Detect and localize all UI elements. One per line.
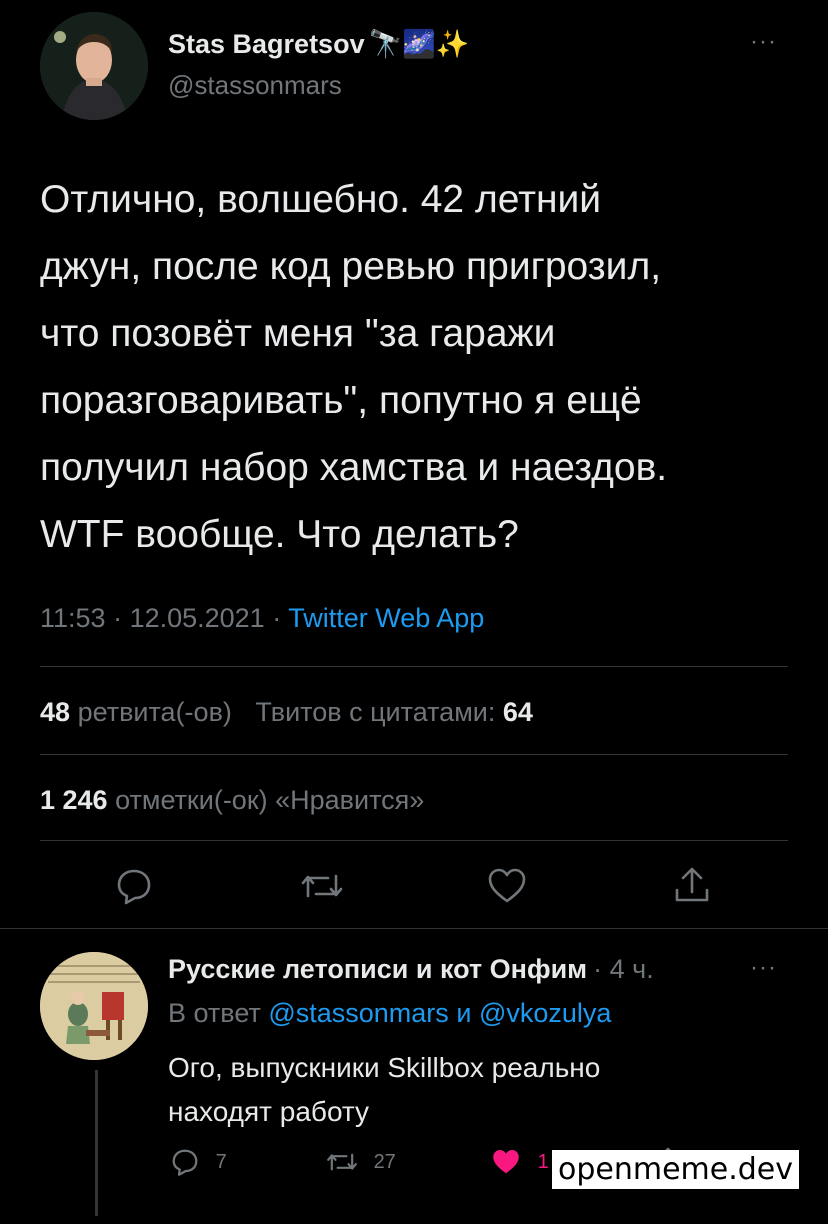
reply-to-user-link[interactable]: @vkozulya xyxy=(479,998,611,1028)
engagement-stats-row: 48 ретвита(-ов) Твитов с цитатами: 64 xyxy=(40,697,533,728)
reply-text-line: находят работу xyxy=(168,1096,370,1127)
divider xyxy=(40,840,788,841)
likes-stat[interactable]: 1 246 отметки(-ок) «Нравится» xyxy=(40,785,424,816)
watermark: openmeme.dev xyxy=(552,1150,800,1189)
reply-text-line: Ого, выпускники Skillbox реально xyxy=(168,1052,601,1083)
reply-to-and: и xyxy=(456,998,472,1028)
quotes-count: 64 xyxy=(502,697,533,727)
reply-author-name[interactable]: Русские летописи и кот Онфим xyxy=(168,954,587,984)
tweet-text-line: джун, после код ревью пригрозил, xyxy=(40,245,662,288)
divider xyxy=(40,666,788,667)
author-name[interactable]: Stas Bagretsov xyxy=(168,29,365,59)
quotes-stat[interactable]: Твитов с цитатами: 64 xyxy=(255,697,532,727)
tweet-text-line: WTF вообще. Что делать? xyxy=(40,513,519,556)
likes-count: 1 246 xyxy=(40,785,108,815)
retweets-count: 48 xyxy=(40,697,71,727)
reply-author-avatar[interactable] xyxy=(40,952,148,1060)
tweet-text-line: поразговаривать", попутно я ещё xyxy=(40,379,642,422)
divider xyxy=(40,754,788,755)
retweet-icon[interactable] xyxy=(300,866,344,906)
reply-reply-action[interactable]: 7 xyxy=(170,1147,227,1177)
tweet-text-line: получил набор хамства и наездов. xyxy=(40,446,668,489)
reply-text: Ого, выпускники Skillbox реально находят… xyxy=(168,1046,600,1134)
reply-to-line: В ответ @stassonmars и @vkozulya xyxy=(168,998,611,1029)
author-name-row[interactable]: Stas Bagretsov 🔭🌌✨ xyxy=(168,28,469,60)
reply-to-prefix: В ответ xyxy=(168,998,261,1028)
tweet-text: Отлично, волшебно. 42 летний джун, после… xyxy=(40,166,667,568)
retweet-icon xyxy=(327,1153,357,1171)
tweet-source[interactable]: Twitter Web App xyxy=(288,603,484,633)
reply-icon xyxy=(172,1149,198,1176)
reply-header: Русские летописи и кот Онфим · 4 ч. xyxy=(168,954,654,985)
share-icon[interactable] xyxy=(672,864,712,906)
manuscript-illustration xyxy=(40,952,148,1060)
tweet-date[interactable]: 12.05.2021 xyxy=(130,603,265,633)
likes-label: отметки(-ок) «Нравится» xyxy=(115,785,425,815)
author-emoji: 🔭🌌✨ xyxy=(368,29,470,59)
retweets-stat[interactable]: 48 ретвита(-ов) xyxy=(40,697,232,727)
thread-line xyxy=(95,1070,98,1216)
reply-retweet-count: 27 xyxy=(373,1150,396,1173)
reply-more-options-icon[interactable]: ··· xyxy=(750,954,777,982)
more-options-icon[interactable]: ··· xyxy=(750,28,777,56)
like-icon[interactable] xyxy=(486,866,528,906)
author-handle[interactable]: @stassonmars xyxy=(168,70,342,101)
reply-icon[interactable] xyxy=(114,866,154,906)
tweet-text-line: Отлично, волшебно. 42 летний xyxy=(40,178,602,221)
author-avatar[interactable] xyxy=(40,12,148,120)
reply-retweet-action[interactable]: 27 xyxy=(326,1147,396,1177)
tweet-time[interactable]: 11:53 xyxy=(40,603,106,633)
divider xyxy=(0,928,828,929)
reply-reply-count: 7 xyxy=(215,1150,227,1173)
reply-time[interactable]: · 4 ч. xyxy=(593,954,654,984)
retweets-label: ретвита(-ов) xyxy=(77,697,232,727)
reply-to-user-link[interactable]: @stassonmars xyxy=(268,998,448,1028)
tweet-text-line: что позовёт меня "за гаражи xyxy=(40,312,556,355)
like-filled-icon xyxy=(493,1150,519,1174)
tweet-meta: 11:53 · 12.05.2021 · Twitter Web App xyxy=(40,603,485,633)
quotes-label: Твитов с цитатами: xyxy=(255,697,496,727)
avatar-photo xyxy=(40,12,148,120)
